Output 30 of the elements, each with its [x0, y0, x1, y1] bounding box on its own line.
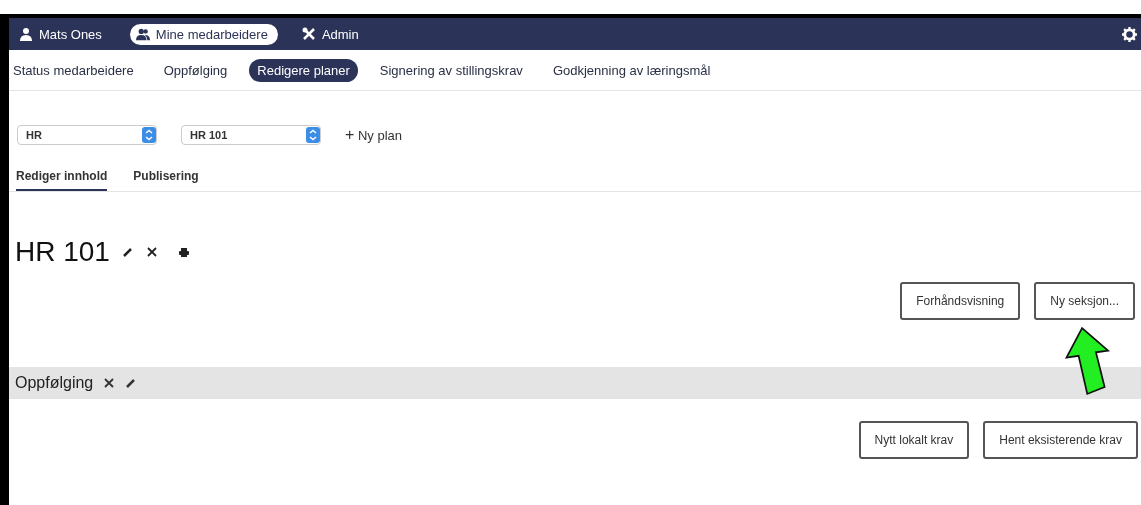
close-icon[interactable]	[145, 246, 158, 258]
plan-title: HR 101	[15, 236, 110, 268]
user-icon	[19, 27, 33, 41]
new-plan-link[interactable]: + Ny plan	[345, 126, 403, 144]
section-title: Oppfølging	[15, 374, 94, 392]
sub-nav-link[interactable]: Redigere planer	[249, 58, 358, 82]
top-nav-link[interactable]: Mats Ones	[13, 23, 112, 45]
pencil-icon[interactable]	[125, 377, 138, 389]
sub-nav-link[interactable]: Oppfølging	[155, 58, 236, 82]
settings-icon[interactable]	[1122, 26, 1137, 42]
top-nav-link[interactable]: Admin	[295, 23, 369, 45]
close-icon[interactable]	[103, 377, 116, 389]
top-nav-link[interactable]: Mine medarbeidere	[129, 23, 278, 45]
tools-icon	[301, 27, 316, 41]
print-icon[interactable]	[177, 246, 190, 258]
pencil-icon[interactable]	[121, 246, 134, 258]
sub-nav-link[interactable]: Signering av stillingskrav	[371, 58, 531, 82]
section-button[interactable]: Hent eksisterende krav	[983, 421, 1138, 459]
stepper-icon	[306, 126, 320, 144]
sub-nav-link[interactable]: Godkjenning av læringsmål	[544, 58, 719, 82]
section-button[interactable]: Nytt lokalt krav	[858, 421, 970, 459]
tab[interactable]: Rediger innhold	[16, 169, 108, 191]
users-icon	[135, 27, 150, 41]
plan-button[interactable]: Ny seksjon...	[1034, 282, 1135, 320]
sub-nav-link[interactable]: Status medarbeidere	[13, 58, 142, 82]
tab[interactable]: Publisering	[133, 169, 199, 191]
dropdown-select[interactable]: HR 101	[181, 125, 321, 145]
stepper-icon	[142, 126, 156, 144]
dropdown-select[interactable]: HR	[17, 125, 157, 145]
plan-button[interactable]: Forhåndsvisning	[900, 282, 1021, 320]
